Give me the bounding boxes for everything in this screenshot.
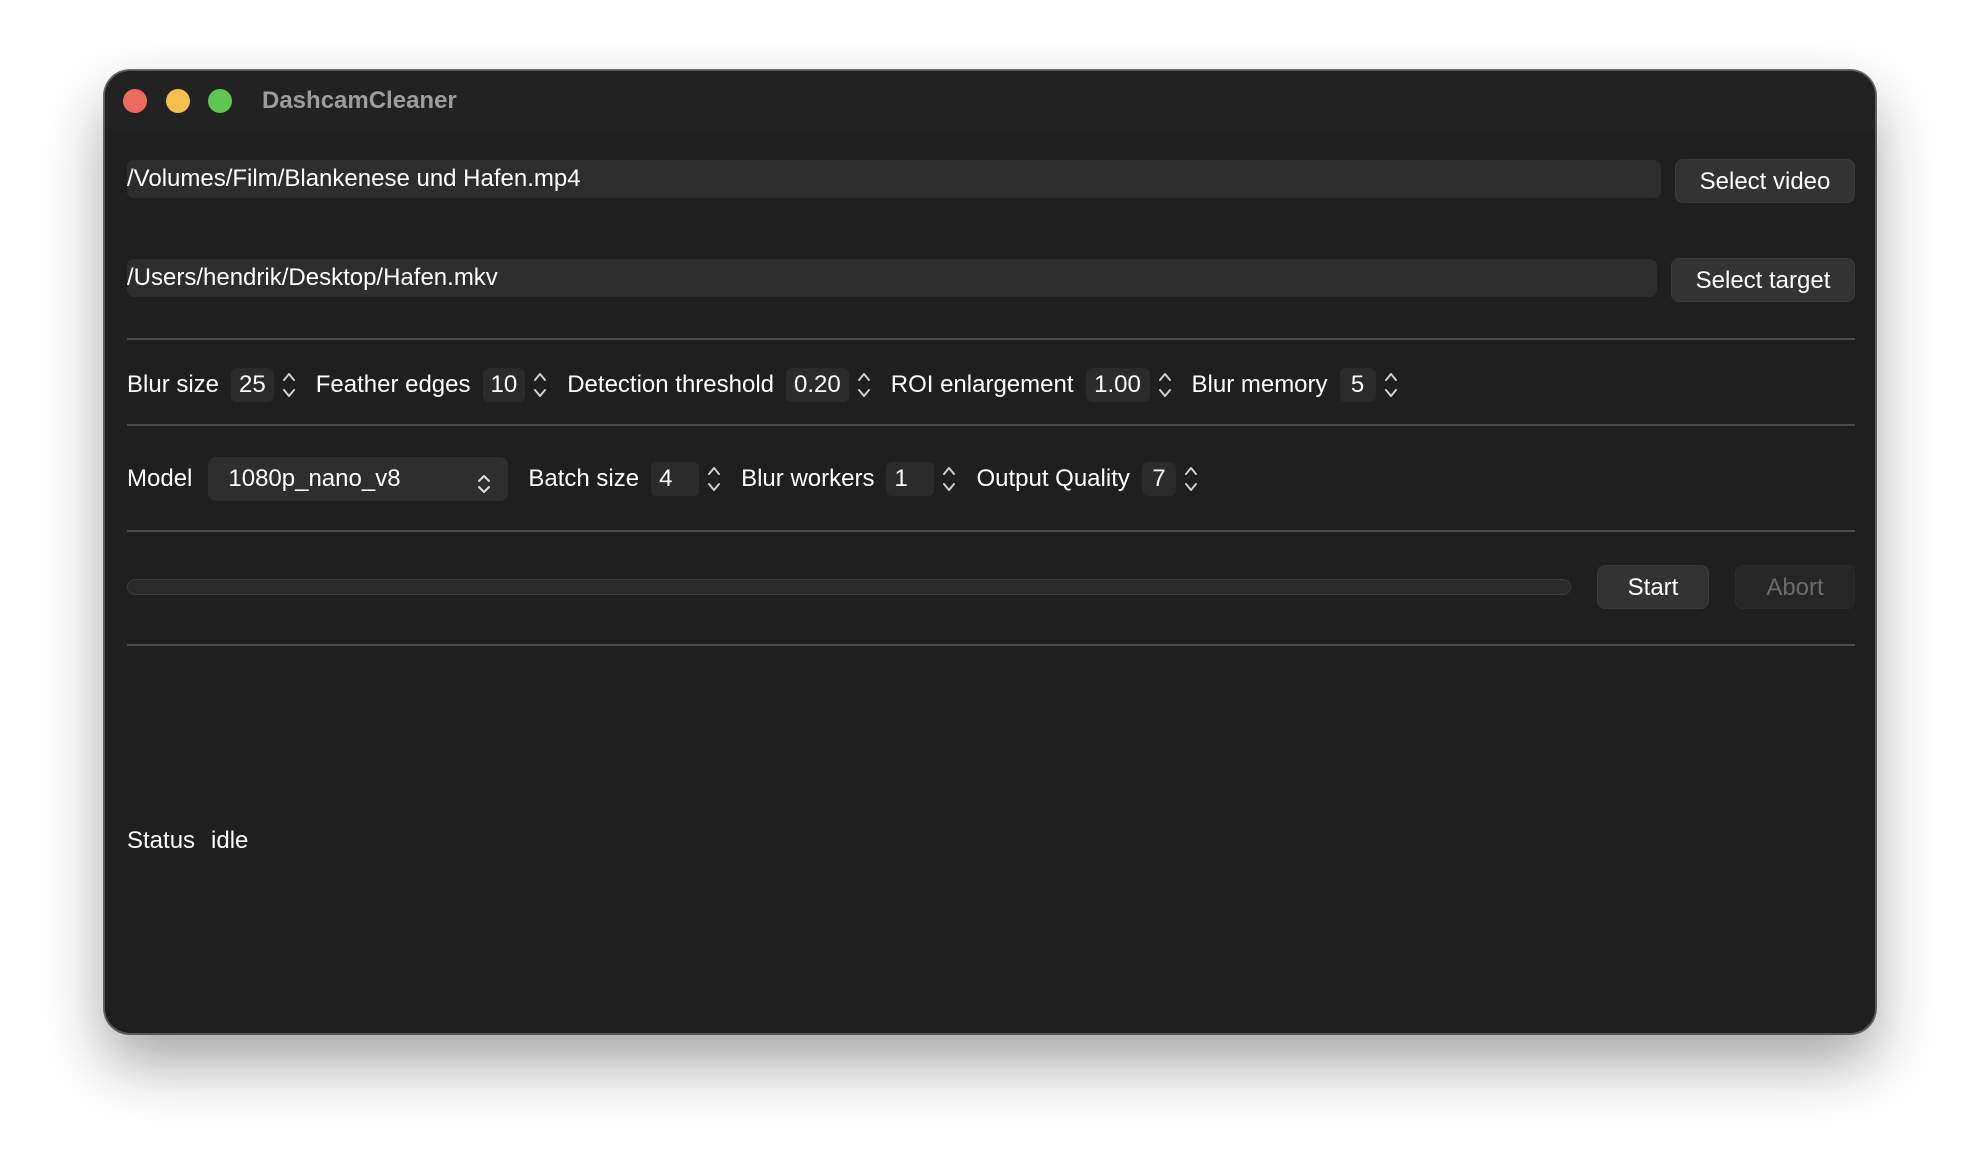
blur-settings-row: Blur size 25 Feather edges 10 Detection … — [127, 363, 1402, 407]
stepper-arrows-icon[interactable] — [703, 461, 725, 497]
separator — [127, 424, 1855, 426]
model-select-value: 1080p_nano_v8 — [228, 465, 401, 492]
maximize-window-button[interactable] — [208, 89, 232, 113]
blur-workers-label: Blur workers — [741, 465, 875, 492]
separator — [127, 338, 1855, 340]
roi-enlargement-spinbox[interactable]: 1.00 — [1085, 366, 1176, 404]
title-bar: DashcamCleaner — [105, 71, 1875, 129]
close-window-button[interactable] — [123, 89, 147, 113]
blur-memory-value[interactable]: 5 — [1339, 368, 1376, 402]
blur-size-label: Blur size — [127, 371, 220, 398]
stepper-arrows-icon[interactable] — [938, 461, 960, 497]
roi-enlargement-label: ROI enlargement — [890, 371, 1074, 398]
blur-size-spinbox[interactable]: 25 — [231, 366, 300, 404]
chevron-up-down-icon — [476, 467, 492, 511]
window-title: DashcamCleaner — [262, 87, 457, 114]
feather-edges-value[interactable]: 10 — [482, 368, 526, 402]
blur-workers-spinbox[interactable]: 1 — [886, 460, 960, 498]
roi-enlargement-value[interactable]: 1.00 — [1085, 368, 1150, 402]
model-settings-row: Model 1080p_nano_v8 Batch size 4 Blur wo… — [127, 457, 1202, 501]
blur-memory-label: Blur memory — [1191, 371, 1328, 398]
start-button[interactable]: Start — [1597, 565, 1709, 609]
abort-button[interactable]: Abort — [1735, 565, 1855, 609]
select-video-button[interactable]: Select video — [1675, 159, 1855, 203]
separator — [127, 644, 1855, 646]
batch-size-spinbox[interactable]: 4 — [651, 460, 725, 498]
source-path-field[interactable]: /Volumes/Film/Blankenese und Hafen.mp4 — [127, 160, 1661, 198]
minimize-window-button[interactable] — [166, 89, 190, 113]
model-select[interactable]: 1080p_nano_v8 — [208, 457, 509, 501]
stepper-arrows-icon[interactable] — [1154, 367, 1176, 403]
feather-edges-label: Feather edges — [315, 371, 471, 398]
feather-edges-spinbox[interactable]: 10 — [482, 366, 552, 404]
select-target-button[interactable]: Select target — [1671, 258, 1855, 302]
stepper-arrows-icon[interactable] — [853, 367, 875, 403]
app-window: DashcamCleaner /Volumes/Film/Blankenese … — [104, 70, 1876, 1034]
stepper-arrows-icon[interactable] — [529, 367, 551, 403]
detection-threshold-value[interactable]: 0.20 — [786, 368, 849, 402]
output-quality-value[interactable]: 7 — [1141, 462, 1176, 496]
detection-threshold-spinbox[interactable]: 0.20 — [786, 366, 875, 404]
output-quality-spinbox[interactable]: 7 — [1141, 460, 1202, 498]
detection-threshold-label: Detection threshold — [567, 371, 775, 398]
status-label: Status — [127, 827, 196, 854]
blur-memory-spinbox[interactable]: 5 — [1339, 366, 1402, 404]
model-label: Model — [127, 465, 193, 492]
separator — [127, 530, 1855, 532]
stepper-arrows-icon[interactable] — [1380, 367, 1402, 403]
batch-size-value[interactable]: 4 — [651, 462, 700, 496]
target-path-field[interactable]: /Users/hendrik/Desktop/Hafen.mkv — [127, 259, 1657, 297]
batch-size-label: Batch size — [528, 465, 640, 492]
blur-size-value[interactable]: 25 — [231, 368, 274, 402]
stepper-arrows-icon[interactable] — [278, 367, 300, 403]
output-quality-label: Output Quality — [976, 465, 1130, 492]
status-value: idle — [211, 827, 249, 854]
blur-workers-value[interactable]: 1 — [886, 462, 935, 496]
status-area: Status idle — [127, 827, 248, 855]
stepper-arrows-icon[interactable] — [1180, 461, 1202, 497]
progress-bar — [127, 579, 1571, 595]
